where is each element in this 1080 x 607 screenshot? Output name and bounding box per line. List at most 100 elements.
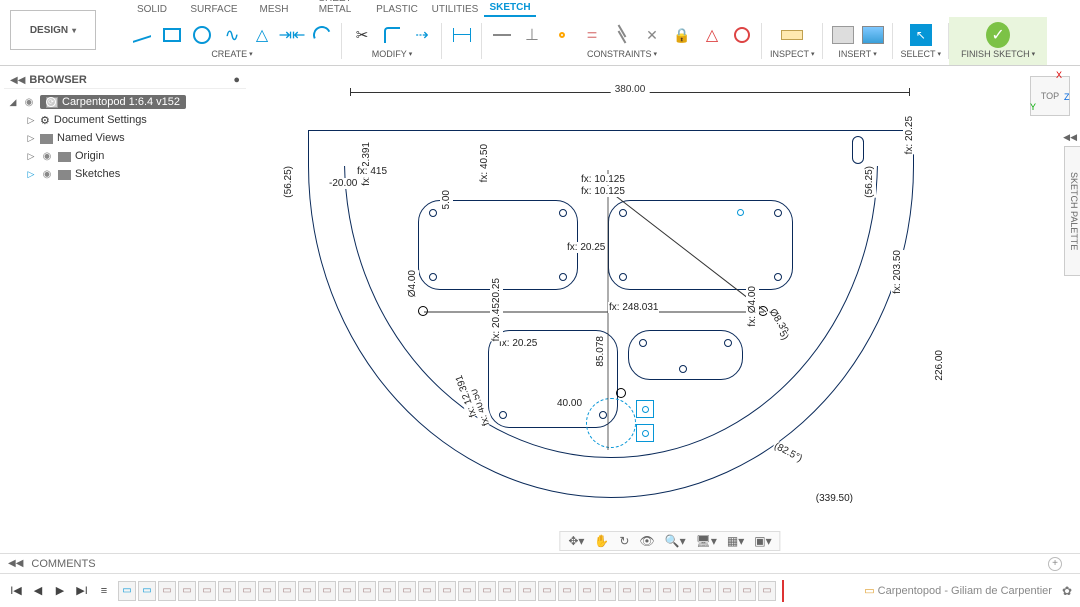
timeline-feature[interactable]: ▭	[518, 581, 536, 601]
dimension-value[interactable]: fx: 10.125	[580, 186, 626, 197]
measure-tool-icon[interactable]	[780, 23, 804, 47]
sketch-circle[interactable]	[616, 388, 626, 398]
timeline-marker[interactable]	[782, 580, 784, 602]
line-tool-icon[interactable]	[130, 23, 154, 47]
circle-tool-icon[interactable]	[190, 23, 214, 47]
timeline-feature[interactable]: ▭	[298, 581, 316, 601]
timeline-feature[interactable]: ▭	[578, 581, 596, 601]
select-tool-icon[interactable]: ↖	[909, 23, 933, 47]
visibility-icon[interactable]: ◉	[40, 169, 54, 180]
tree-sketches[interactable]: Sketches	[75, 168, 120, 180]
sketch-profile[interactable]	[608, 200, 793, 290]
timeline-end-icon[interactable]: ≡	[96, 585, 112, 597]
group-insert-label[interactable]: INSERT	[838, 49, 876, 59]
timeline-feature[interactable]: ▭	[738, 581, 756, 601]
rectangle-tool-icon[interactable]	[160, 23, 184, 47]
timeline-feature[interactable]: ▭	[538, 581, 556, 601]
dimension-value[interactable]: fx: 10.125	[580, 174, 626, 185]
arc-tool-icon[interactable]	[310, 23, 334, 47]
tab-plastic[interactable]: PLASTIC	[368, 2, 426, 17]
horizontal-constraint-icon[interactable]	[490, 23, 514, 47]
orbit-free-icon[interactable]: ↻	[619, 534, 629, 548]
timeline-play-icon[interactable]: ▶	[52, 584, 68, 597]
timeline-feature[interactable]: ▭	[358, 581, 376, 601]
timeline-feature[interactable]: ▭	[678, 581, 696, 601]
sketch-canvas[interactable]: TOP XYZ ◀◀ SKETCH PALETTE 380.00	[260, 66, 1080, 553]
dimension-value[interactable]: fx: 40.50	[478, 144, 491, 182]
tab-sheet-metal[interactable]: SHEET METAL	[302, 0, 368, 17]
dimension-value[interactable]: 40.00	[556, 398, 583, 409]
sketch-circle[interactable]	[418, 306, 428, 316]
midpoint-constraint-icon[interactable]	[550, 23, 574, 47]
sketch-construction-circle[interactable]	[586, 398, 636, 448]
finish-sketch-icon[interactable]: ✓	[986, 23, 1010, 47]
timeline-feature[interactable]: ▭	[638, 581, 656, 601]
visibility-icon[interactable]: ◉	[40, 151, 54, 162]
workspace-dropdown[interactable]: DESIGN	[10, 10, 96, 50]
dimension-value[interactable]: fx: 415	[356, 166, 388, 177]
perpendicular-constraint-icon[interactable]: ⊥	[520, 23, 544, 47]
timeline-feature[interactable]: ▭	[498, 581, 516, 601]
dimension-value[interactable]: 85.078	[594, 336, 607, 367]
timeline-feature[interactable]: ▭	[658, 581, 676, 601]
group-finish-label[interactable]: FINISH SKETCH	[961, 49, 1035, 59]
dimension-value[interactable]: Ø4.00	[406, 270, 419, 297]
tab-surface[interactable]: SURFACE	[182, 2, 246, 17]
timeline-feature[interactable]: ▭	[218, 581, 236, 601]
timeline-feature[interactable]: ▭	[178, 581, 196, 601]
group-constraints-label[interactable]: CONSTRAINTS	[587, 49, 657, 59]
dimension-value[interactable]: fx: 248.031	[608, 302, 659, 313]
timeline-feature[interactable]: ▭	[758, 581, 776, 601]
tree-named-views[interactable]: Named Views	[57, 132, 125, 144]
dimension-value[interactable]: (56.25)	[863, 166, 876, 198]
sketch-profile[interactable]	[628, 330, 743, 380]
palette-expand-icon[interactable]: ◀◀	[1063, 132, 1077, 143]
timeline-feature[interactable]: ▭	[138, 581, 156, 601]
tree-toggle-icon[interactable]: ▷	[26, 133, 36, 144]
insert-decal-icon[interactable]	[831, 23, 855, 47]
timeline-feature[interactable]: ▭	[558, 581, 576, 601]
mirror-tool-icon[interactable]: ⇥⇤	[280, 23, 304, 47]
timeline-feature[interactable]: ▭	[598, 581, 616, 601]
tree-root[interactable]: Carpentopod 1:6.4 v152 ⟳	[40, 95, 186, 109]
timeline-feature[interactable]: ▭	[278, 581, 296, 601]
visibility-icon[interactable]: ◉	[22, 97, 36, 108]
dimension[interactable]: 380.00	[350, 88, 910, 106]
timeline-feature[interactable]: ▭	[718, 581, 736, 601]
dimension-value[interactable]: 5.00	[440, 190, 453, 209]
tree-toggle-icon[interactable]: ▷	[26, 169, 36, 180]
tree-toggle-icon[interactable]: ◢	[8, 97, 18, 108]
timeline-feature[interactable]: ▭	[318, 581, 336, 601]
dimension-value[interactable]: fx: 12.391	[360, 142, 373, 186]
add-comment-icon[interactable]: +	[1048, 557, 1062, 571]
tab-solid[interactable]: SOLID	[122, 2, 182, 17]
orbit-icon[interactable]: ✥▾	[568, 534, 584, 548]
grid-icon[interactable]: ▦▾	[727, 534, 744, 548]
timeline-feature[interactable]: ▭	[118, 581, 136, 601]
group-create-label[interactable]: CREATE	[211, 49, 252, 59]
dimension-value[interactable]: fx: 203.50	[891, 250, 904, 294]
timeline-feature[interactable]: ▭	[418, 581, 436, 601]
trim-tool-icon[interactable]: ✂	[350, 23, 374, 47]
dimension-value[interactable]: fx: 20.4520.25	[490, 278, 503, 341]
tree-doc-settings[interactable]: Document Settings	[54, 114, 147, 126]
dimension-value[interactable]: fx: Ø4.00	[746, 286, 759, 327]
timeline-next-icon[interactable]: ▶I	[74, 584, 90, 597]
timeline-feature[interactable]: ▭	[198, 581, 216, 601]
spline-tool-icon[interactable]: ∿	[220, 23, 244, 47]
timeline-feature[interactable]: ▭	[478, 581, 496, 601]
browser-collapse-icon[interactable]: ◀◀	[10, 75, 25, 86]
tree-toggle-icon[interactable]: ▷	[26, 115, 36, 126]
timeline-feature[interactable]: ▭	[618, 581, 636, 601]
group-select-label[interactable]: SELECT	[901, 49, 942, 59]
timeline-feature[interactable]: ▭	[238, 581, 256, 601]
timeline-feature[interactable]: ▭	[378, 581, 396, 601]
sketch-palette-tab[interactable]: SKETCH PALETTE	[1064, 146, 1080, 276]
tree-origin[interactable]: Origin	[75, 150, 104, 162]
offset-tool-icon[interactable]	[380, 23, 404, 47]
symmetry-constraint-icon[interactable]	[730, 23, 754, 47]
viewport-icon[interactable]: ▣▾	[754, 534, 771, 548]
comments-collapse-icon[interactable]: ◀◀	[8, 558, 23, 569]
dimension-value[interactable]: -20.00	[328, 178, 358, 189]
fix-constraint-icon[interactable]: △	[700, 23, 724, 47]
